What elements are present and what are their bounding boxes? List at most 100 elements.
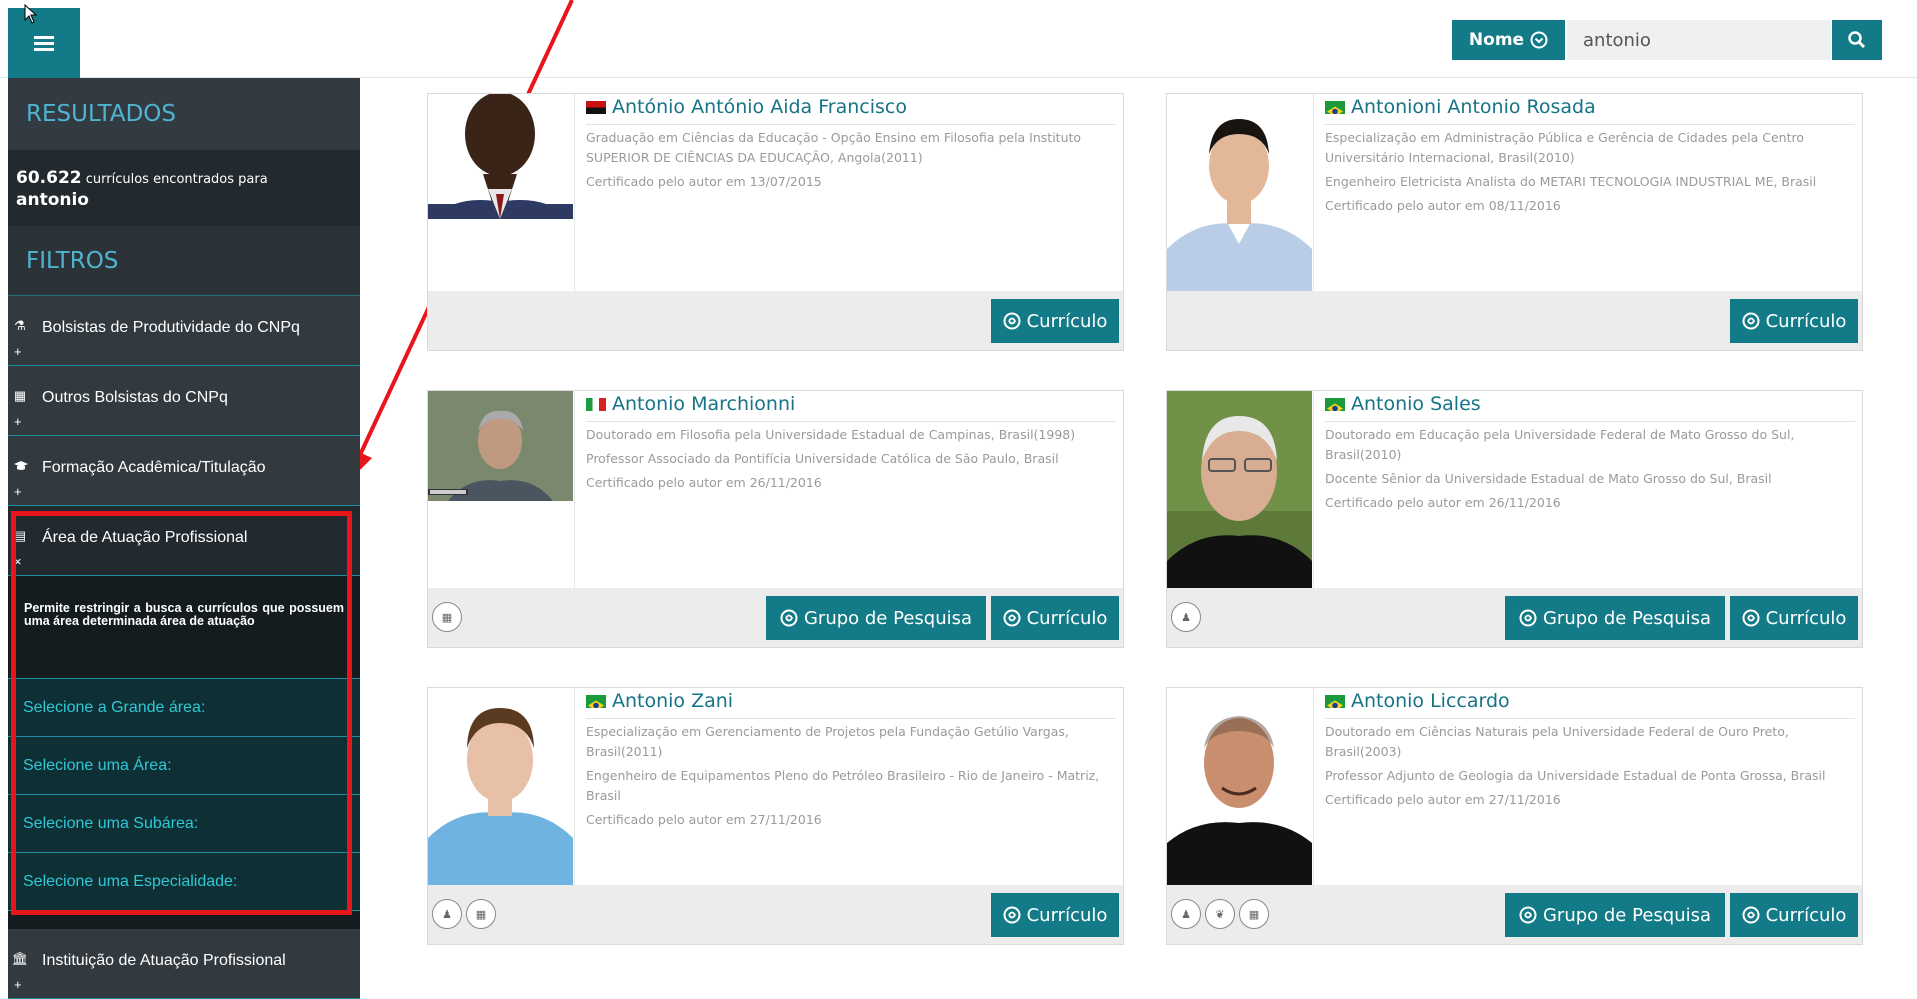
curriculo-label: Currículo	[1765, 310, 1847, 332]
result-name-link[interactable]: Antonio Zani	[586, 690, 733, 712]
result-name-link[interactable]: Antonio Marchionni	[586, 393, 795, 415]
lattes-icon	[1742, 312, 1760, 330]
graduation-cap-icon	[14, 461, 28, 470]
info-line: Certificado pelo autor em 27/11/2016	[1325, 792, 1561, 807]
brazil-flag-icon	[1325, 397, 1345, 411]
lattes-icon	[1519, 906, 1537, 924]
info-line: Engenheiro de Equipamentos Pleno do Petr…	[586, 768, 1100, 803]
result-name: Antonio Liccardo	[1351, 690, 1510, 712]
researcher-icon[interactable]: ♟	[1171, 602, 1201, 632]
search-button[interactable]	[1832, 20, 1882, 60]
curriculo-button[interactable]: Currículo	[1730, 299, 1858, 343]
info-line: Especialização em Gerenciamento de Proje…	[586, 724, 1069, 759]
search-input[interactable]	[1567, 20, 1831, 60]
filter-instituicao-atuacao[interactable]: 🏛 Instituição de Atuação Profissional +	[8, 929, 360, 999]
result-card: António António Aida Francisco Graduação…	[427, 93, 1124, 351]
researcher-icon[interactable]: ♟	[1171, 899, 1201, 929]
result-card: Antonio Zani Especialização em Gerenciam…	[427, 687, 1124, 945]
grupo-label: Grupo de Pesquisa	[803, 607, 973, 629]
info-line: Certificado pelo autor em 26/11/2016	[1325, 495, 1561, 510]
curriculo-label: Currículo	[1765, 904, 1847, 926]
filter-outros-bolsistas[interactable]: ▦ Outros Bolsistas do CNPq +	[8, 366, 360, 436]
divider	[574, 94, 575, 291]
divider	[586, 124, 1116, 125]
book-icon[interactable]: ▦	[466, 899, 496, 929]
curriculo-button[interactable]: Currículo	[991, 596, 1119, 640]
filter-label: Outros Bolsistas do CNPq	[42, 389, 228, 406]
highlight-box	[11, 511, 352, 915]
card-footer: Currículo	[428, 291, 1123, 350]
lattes-icon	[1003, 609, 1021, 627]
info-line: Engenheiro Eletricista Analista do METAR…	[1325, 174, 1817, 189]
curriculo-label: Currículo	[1026, 607, 1108, 629]
lattes-icon	[1519, 609, 1537, 627]
leaf-icon[interactable]: ❦	[1205, 899, 1235, 929]
info-line: Professor Adjunto de Geologia da Univers…	[1325, 768, 1826, 783]
info-line: Certificado pelo autor em 08/11/2016	[1325, 198, 1561, 213]
divider	[1325, 421, 1855, 422]
expand-icon: +	[14, 484, 22, 499]
profile-photo	[428, 688, 573, 885]
result-card: Antonioni Antonio Rosada Especialização …	[1166, 93, 1863, 351]
lattes-icon	[1003, 312, 1021, 330]
result-card: Antonio Sales Doutorado em Educação pela…	[1166, 390, 1863, 648]
info-line: Certificado pelo autor em 13/07/2015	[586, 174, 822, 189]
info-line: Graduação em Ciências da Educação - Opçã…	[586, 130, 1082, 165]
result-info: Especialização em Gerenciamento de Proje…	[586, 722, 1111, 834]
profile-photo	[1167, 391, 1312, 588]
curriculo-button[interactable]: Currículo	[991, 893, 1119, 937]
filter-bolsistas-produtividade[interactable]: ⚗ Bolsistas de Produtividade do CNPq +	[8, 296, 360, 366]
result-info: Especialização em Administração Pública …	[1325, 128, 1850, 220]
result-name-link[interactable]: Antonio Sales	[1325, 393, 1481, 415]
grupo-pesquisa-button[interactable]: Grupo de Pesquisa	[766, 596, 986, 640]
brazil-flag-icon	[1325, 100, 1345, 114]
lattes-icon	[1003, 906, 1021, 924]
curriculo-button[interactable]: Currículo	[1730, 596, 1858, 640]
search-mode-dropdown[interactable]: Nome	[1452, 20, 1565, 60]
filter-formacao-academica[interactable]: Formação Acadêmica/Titulação +	[8, 436, 360, 506]
grupo-pesquisa-button[interactable]: Grupo de Pesquisa	[1505, 893, 1725, 937]
profile-photo	[1167, 688, 1312, 885]
institution-icon: 🏛	[11, 951, 29, 966]
divider	[574, 391, 575, 588]
card-footer: ♟ ❦ ▦ Grupo de Pesquisa Currículo	[1167, 885, 1862, 944]
results-heading: RESULTADOS	[8, 78, 360, 150]
expand-icon: +	[14, 344, 22, 359]
expand-icon: +	[14, 414, 22, 429]
results-text: currículos encontrados para	[85, 172, 268, 187]
flask-icon: ⚗	[14, 318, 26, 333]
result-info: Doutorado em Educação pela Universidade …	[1325, 425, 1850, 517]
profile-photo	[1167, 94, 1312, 291]
lattes-icon	[1742, 609, 1760, 627]
info-line: Professor Associado da Pontifícia Univer…	[586, 451, 1059, 466]
book-icon[interactable]: ▦	[432, 602, 462, 632]
result-name: Antonio Zani	[612, 690, 734, 712]
profile-photo	[428, 391, 573, 588]
search-mode-label: Nome	[1468, 30, 1525, 50]
result-name: Antonioni Antonio Rosada	[1351, 96, 1596, 118]
divider	[1325, 124, 1855, 125]
curriculo-label: Currículo	[1765, 607, 1847, 629]
result-info: Doutorado em Filosofia pela Universidade…	[586, 425, 1111, 497]
researcher-icon[interactable]: ♟	[432, 899, 462, 929]
divider	[586, 718, 1116, 719]
curriculo-button[interactable]: Currículo	[991, 299, 1119, 343]
result-name: António António Aida Francisco	[612, 96, 907, 118]
result-name-link[interactable]: Antonioni Antonio Rosada	[1325, 96, 1596, 118]
filter-label: Instituição de Atuação Profissional	[42, 952, 286, 969]
card-footer: Currículo	[1167, 291, 1862, 350]
result-name-link[interactable]: António António Aida Francisco	[586, 96, 907, 118]
result-name-link[interactable]: Antonio Liccardo	[1325, 690, 1510, 712]
info-line: Doutorado em Ciências Naturais pela Univ…	[1325, 724, 1789, 759]
info-line: Doutorado em Educação pela Universidade …	[1325, 427, 1795, 462]
brazil-flag-icon	[1325, 694, 1345, 708]
filters-heading: FILTROS	[8, 226, 360, 296]
grupo-pesquisa-button[interactable]: Grupo de Pesquisa	[1505, 596, 1725, 640]
document-icon: ▦	[13, 388, 27, 403]
brazil-flag-icon	[586, 694, 606, 708]
book-icon[interactable]: ▦	[1239, 899, 1269, 929]
card-footer: ♟ ▦ Currículo	[428, 885, 1123, 944]
curriculo-button[interactable]: Currículo	[1730, 893, 1858, 937]
divider	[574, 688, 575, 885]
grupo-label: Grupo de Pesquisa	[1542, 904, 1712, 926]
